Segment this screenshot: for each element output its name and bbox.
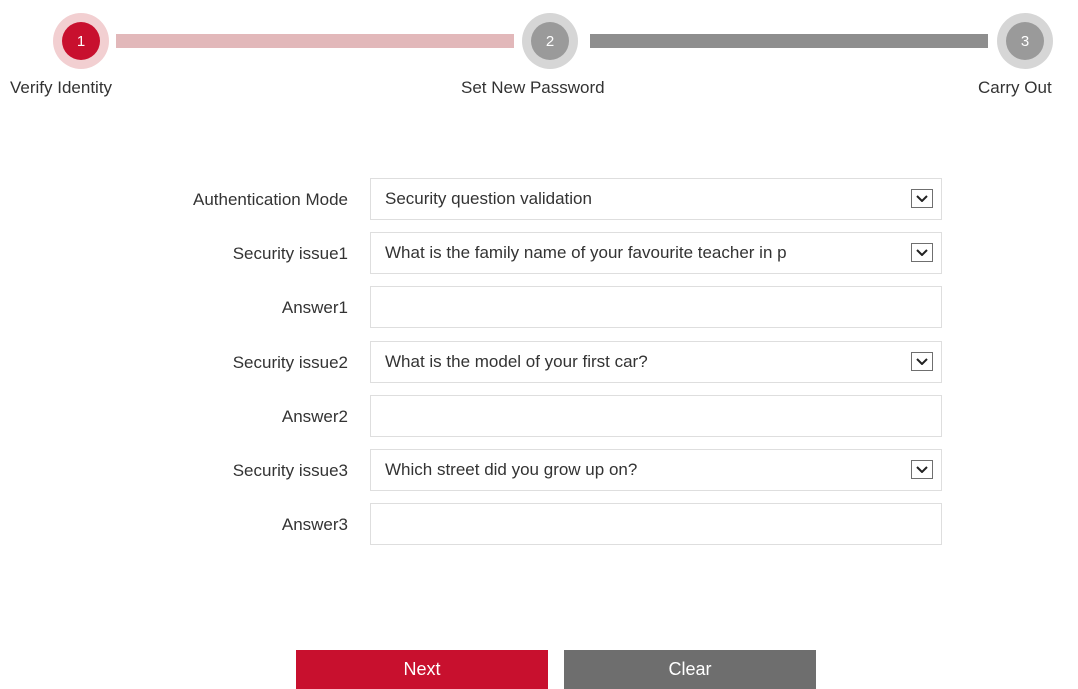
chevron-down-icon[interactable]	[911, 189, 933, 208]
answer1-label: Answer1	[281, 298, 348, 317]
security-issue1-label: Security issue1	[232, 244, 348, 263]
step-3-label: Carry Out	[978, 78, 1052, 97]
security-issue1-select[interactable]: What is the family name of your favourit…	[370, 232, 942, 274]
answer2-label: Answer2	[281, 407, 348, 426]
step-connector-2-3	[590, 34, 988, 48]
answer2-row: Answer2	[0, 395, 1078, 439]
answer1-row: Answer1	[0, 286, 1078, 330]
authentication-mode-value: Security question validation	[385, 189, 592, 208]
answer2-input[interactable]	[371, 396, 941, 436]
answer2-field[interactable]	[370, 395, 942, 437]
security-issue3-select[interactable]: Which street did you grow up on?	[370, 449, 942, 491]
step-2-label: Set New Password	[461, 78, 605, 97]
step-1-label: Verify Identity	[10, 78, 113, 97]
step-3-number: 3	[1006, 22, 1044, 60]
answer1-input[interactable]	[371, 287, 941, 327]
next-button[interactable]: Next	[296, 650, 548, 689]
security-issue1-row: Security issue1 What is the family name …	[0, 232, 1078, 276]
authentication-mode-select[interactable]: Security question validation	[370, 178, 942, 220]
authentication-mode-row: Authentication Mode Security question va…	[0, 178, 1078, 222]
authentication-mode-label: Authentication Mode	[193, 190, 348, 209]
chevron-down-icon[interactable]	[911, 352, 933, 371]
step-2-number: 2	[531, 22, 569, 60]
step-connector-1-2	[116, 34, 514, 48]
answer3-label: Answer3	[281, 515, 348, 534]
security-issue3-row: Security issue3 Which street did you gro…	[0, 449, 1078, 493]
security-issue2-label: Security issue2	[232, 353, 348, 372]
answer3-input[interactable]	[371, 504, 941, 544]
security-issue1-value: What is the family name of your favourit…	[385, 243, 787, 262]
step-1-number: 1	[62, 22, 100, 60]
chevron-down-icon[interactable]	[911, 460, 933, 479]
step-2-indicator: 2	[522, 13, 578, 69]
chevron-down-icon[interactable]	[911, 243, 933, 262]
security-issue3-label: Security issue3	[232, 461, 348, 480]
security-issue3-value: Which street did you grow up on?	[385, 460, 638, 479]
security-issue2-value: What is the model of your first car?	[385, 352, 648, 371]
answer3-row: Answer3	[0, 503, 1078, 547]
answer1-field[interactable]	[370, 286, 942, 328]
answer3-field[interactable]	[370, 503, 942, 545]
clear-button[interactable]: Clear	[564, 650, 816, 689]
security-issue2-select[interactable]: What is the model of your first car?	[370, 341, 942, 383]
security-issue2-row: Security issue2 What is the model of you…	[0, 341, 1078, 385]
progress-stepper: 1 2 3 Verify Identity Set New Password C…	[0, 0, 1078, 110]
step-1-indicator: 1	[53, 13, 109, 69]
step-3-indicator: 3	[997, 13, 1053, 69]
